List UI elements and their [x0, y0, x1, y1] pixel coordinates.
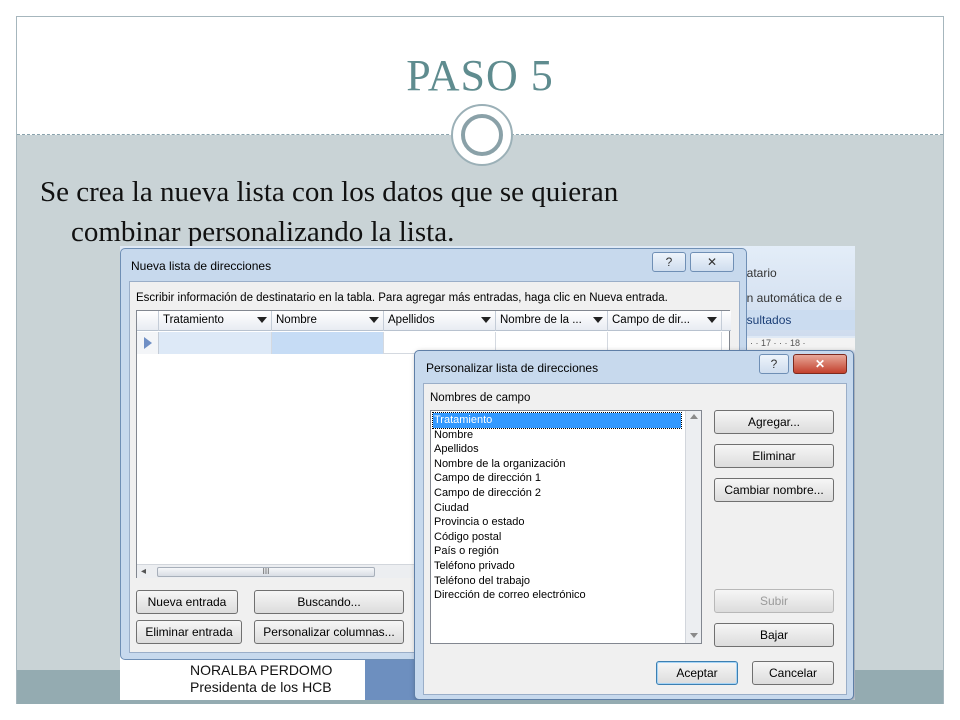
add-button[interactable]: Agregar...: [714, 410, 834, 434]
scroll-thumb[interactable]: III: [157, 567, 375, 577]
customize-address-list-dialog: Personalizar lista de direcciones ? ✕ No…: [414, 350, 854, 700]
search-button[interactable]: Buscando...: [254, 590, 404, 614]
list-item[interactable]: Código postal: [433, 530, 681, 545]
column-header-label: Nombre: [276, 314, 317, 326]
ok-button[interactable]: Aceptar: [656, 661, 738, 685]
column-header-label: Nombre de la ...: [500, 314, 582, 326]
dropdown-arrow-icon[interactable]: [369, 317, 379, 323]
column-header-organizacion[interactable]: Nombre de la ...: [496, 311, 608, 331]
table-cell[interactable]: [159, 332, 272, 354]
list-item[interactable]: Apellidos: [433, 442, 681, 457]
list-item[interactable]: Teléfono del trabajo: [433, 574, 681, 589]
cancel-button[interactable]: Cancelar: [752, 661, 834, 685]
ruler: · · 17 · · · 18 ·: [730, 338, 855, 350]
vertical-scrollbar[interactable]: [685, 411, 701, 643]
list-item[interactable]: Dirección de correo electrónico: [433, 588, 681, 603]
customize-columns-button[interactable]: Personalizar columnas...: [254, 620, 404, 644]
body-line-1: Se crea la nueva lista con los datos que…: [40, 176, 619, 208]
dialog-title: Nueva lista de direcciones: [131, 259, 272, 273]
column-header-apellidos[interactable]: Apellidos: [384, 311, 496, 331]
close-button[interactable]: ✕: [690, 252, 734, 272]
list-item[interactable]: Ciudad: [433, 501, 681, 516]
field-names-listbox[interactable]: Tratamiento Nombre Apellidos Nombre de l…: [430, 410, 702, 644]
dialog-client-area: Nombres de campo Tratamiento Nombre Apel…: [423, 383, 847, 695]
list-item[interactable]: Campo de dirección 2: [433, 486, 681, 501]
header-corner: [137, 311, 159, 331]
column-header-nombre[interactable]: Nombre: [272, 311, 384, 331]
ribbon-text-2: ón automática de e: [740, 291, 843, 305]
scroll-down-arrow-icon[interactable]: [690, 633, 698, 638]
delete-button[interactable]: Eliminar: [714, 444, 834, 468]
current-row-arrow-icon: [144, 337, 152, 349]
decorative-circle-inner: [461, 114, 503, 156]
close-button[interactable]: ✕: [793, 354, 847, 374]
list-item[interactable]: Nombre de la organización: [433, 457, 681, 472]
column-header-label: Tratamiento: [163, 314, 224, 326]
help-button[interactable]: ?: [759, 354, 789, 374]
dialog-title: Personalizar lista de direcciones: [426, 361, 599, 375]
table-cell[interactable]: [272, 332, 384, 354]
column-header-label: Campo de dir...: [612, 314, 690, 326]
move-down-button[interactable]: Bajar: [714, 623, 834, 647]
move-up-button[interactable]: Subir: [714, 589, 834, 613]
doc-line-1: NORALBA PERDOMO: [190, 662, 333, 678]
scroll-up-arrow-icon[interactable]: [690, 414, 698, 419]
rename-button[interactable]: Cambiar nombre...: [714, 478, 834, 502]
list-item[interactable]: Teléfono privado: [433, 559, 681, 574]
new-entry-button[interactable]: Nueva entrada: [136, 590, 238, 614]
table-header: Tratamiento Nombre Apellidos Nombre de l…: [137, 311, 731, 331]
list-item-selected[interactable]: Tratamiento: [432, 412, 682, 429]
slide-title: PASO 5: [406, 51, 554, 100]
list-item[interactable]: Nombre: [433, 428, 681, 443]
column-header-direccion[interactable]: Campo de dir...: [608, 311, 722, 331]
row-selector[interactable]: [137, 332, 159, 354]
list-item[interactable]: Provincia o estado: [433, 515, 681, 530]
field-names-label: Nombres de campo: [430, 392, 531, 404]
dropdown-arrow-icon[interactable]: [707, 317, 717, 323]
instructions-text: Escribir información de destinatario en …: [136, 292, 668, 304]
column-header-tratamiento[interactable]: Tratamiento: [159, 311, 272, 331]
dropdown-arrow-icon[interactable]: [257, 317, 267, 323]
dropdown-arrow-icon[interactable]: [593, 317, 603, 323]
slide-body-text: Se crea la nueva lista con los datos que…: [40, 172, 920, 252]
ribbon-results-group: esultados: [730, 310, 855, 330]
list-item[interactable]: Campo de dirección 1: [433, 471, 681, 486]
doc-line-2: Presidenta de los HCB: [190, 679, 332, 695]
help-button[interactable]: ?: [652, 252, 686, 272]
list-item[interactable]: País o región: [433, 544, 681, 559]
delete-entry-button[interactable]: Eliminar entrada: [136, 620, 242, 644]
scroll-left-arrow-icon[interactable]: ◂: [141, 566, 146, 577]
screenshot-region: natario ón automática de e esultados · ·…: [120, 246, 855, 700]
column-header-label: Apellidos: [388, 314, 435, 326]
dropdown-arrow-icon[interactable]: [481, 317, 491, 323]
